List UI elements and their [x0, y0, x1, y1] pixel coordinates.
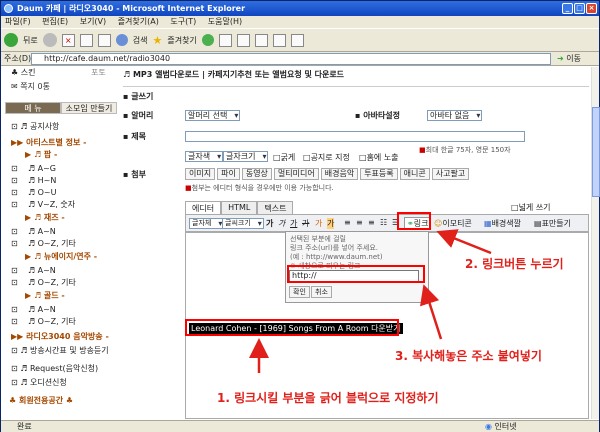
zone-label: 인터넷 [494, 422, 517, 431]
annotation-step1: 1. 링크시킬 부분을 긁어 블럭으로 지정하기 [217, 391, 439, 405]
annotation-arrows [249, 229, 492, 373]
status-text: 완료 [17, 422, 32, 431]
scroll-thumb[interactable] [592, 107, 600, 197]
browser-window: Daum 카페 | 라디오3040 - Microsoft Internet E… [0, 0, 600, 432]
annotation-step2: 2. 링크버튼 누르기 [465, 257, 564, 271]
zone-indicator: ◉ 인터넷 [485, 421, 517, 432]
vertical-scrollbar[interactable] [591, 67, 600, 419]
annotation-step3: 3. 복사해놓은 주소 붙여넣기 [395, 349, 542, 363]
status-bar: 완료 ◉ 인터넷 [1, 420, 599, 432]
arrow-to-url-input [420, 284, 443, 340]
arrow-to-link-button [436, 229, 492, 255]
globe-icon: ◉ [485, 422, 492, 431]
